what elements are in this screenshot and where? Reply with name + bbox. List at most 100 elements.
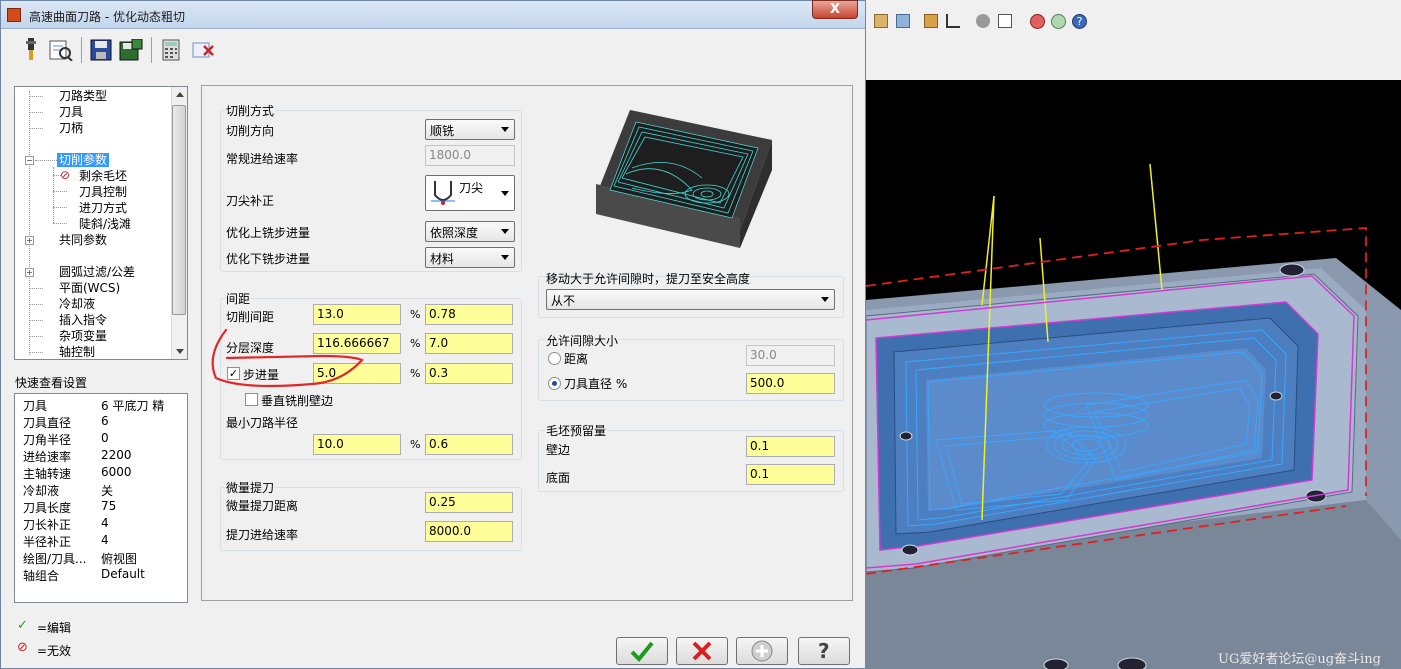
lift-feed-label: 提刀进给速率 [226,528,299,542]
tree-item-coolant[interactable]: 冷却液 [59,297,95,311]
distance-radio[interactable] [548,352,561,365]
calculator-icon[interactable] [157,36,185,64]
qv-value: 4 [101,533,109,547]
expand-icon[interactable]: + [25,268,34,277]
feed-rate-field: 1800.0 [425,145,515,166]
tool-tip-icon [431,181,455,205]
stop-icon[interactable] [1030,14,1045,29]
opt-down-value: 材料 [430,252,455,266]
stock-label: 毛坯预留量 [545,422,608,439]
check-icon [630,641,654,662]
cube-icon[interactable] [896,14,910,28]
tree-item-canned-text[interactable]: 插入指令 [59,313,107,327]
cad-viewport[interactable] [866,80,1401,669]
wall-field[interactable]: 0.1 [746,436,835,457]
dialog-title: 高速曲面刀路 - 优化动态粗切 [29,10,185,24]
tree-item-holder[interactable]: 刀柄 [59,121,83,135]
tree-item-steep-shallow[interactable]: 陡斜/浅滩 [79,217,131,231]
save-icon[interactable] [87,36,115,64]
tree-item-common[interactable]: 共同参数 [59,233,107,247]
floor-field[interactable]: 0.1 [746,464,835,485]
scroll-up-icon[interactable] [176,92,184,97]
tree-item-toolpath-type[interactable]: 刀路类型 [59,89,107,103]
delete-icon[interactable] [189,36,217,64]
help-button[interactable]: ? [798,637,850,665]
watermark-text: UG爱好者论坛@ug奋斗ing [1218,652,1381,667]
tip-comp-value: 刀尖 [459,181,484,195]
lift-distance-field[interactable]: 0.25 [425,492,513,513]
tree-item-arc-filter[interactable]: 圆弧过滤/公差 [59,265,135,279]
opt-up-value: 依照深度 [430,226,479,240]
tree-item-rest-stock[interactable]: 剩余毛坯 [79,169,127,183]
tree-item-misc-values[interactable]: 杂项变量 [59,329,107,343]
qv-value: 6000 [101,465,132,479]
chevron-down-icon [501,255,509,260]
save-as-icon[interactable] [117,36,145,64]
tree-item-entry[interactable]: 进刀方式 [79,201,127,215]
ok-button[interactable] [616,637,668,665]
help-icon[interactable]: ? [1072,14,1087,29]
min-radius-field[interactable]: 10.0 [313,434,401,455]
tree-item-tool-control[interactable]: 刀具控制 [79,185,127,199]
opt-up-select[interactable]: 依照深度 [425,221,515,242]
close-button[interactable]: X [812,0,858,19]
dialog-toolbar [9,33,229,69]
legend-invalid: =无效 [37,644,72,658]
plus-icon [751,640,773,662]
tree-item-tool[interactable]: 刀具 [59,105,83,119]
tool-dia-label: 刀具直径 % [564,377,628,391]
opt-up-label: 优化上铣步进量 [226,226,311,240]
retract-select[interactable]: 从不 [546,289,835,310]
lift-distance-label: 微量提刀距离 [226,499,299,513]
lift-feed-field[interactable]: 8000.0 [425,521,513,542]
tool-dia-radio[interactable] [548,377,561,390]
expand-icon[interactable]: + [25,236,34,245]
cancel-button[interactable] [676,637,728,665]
step-pct-field[interactable]: 0.3 [425,363,513,384]
apply-button[interactable] [736,637,788,665]
gear-icon[interactable] [976,14,990,28]
cube-icon[interactable] [924,14,938,28]
tool-icon[interactable] [17,36,45,64]
svg-text:?: ? [818,639,830,663]
parameter-tree: 刀路类型 刀具 刀柄 − 切削参数 ⊘ 剩余毛坯 刀具控制 进刀方式 陡斜/浅滩… [14,86,188,360]
wall-label: 壁边 [546,443,571,457]
tip-comp-select[interactable]: 刀尖 [425,175,515,211]
retract-value: 从不 [551,294,576,308]
select-icon[interactable] [998,14,1012,28]
qv-value: Default [101,567,145,581]
qv-key: 主轴转速 [23,467,72,481]
cut-parameters-panel: 切削方式 切削方向 顺铣 常规进给速率 1800.0 刀尖补正 刀尖 优化上铣步… [201,85,853,601]
retract-label: 移动大于允许间隙时，提刀至安全高度 [546,272,751,286]
percent-symbol: % [410,438,421,451]
tree-item-plane[interactable]: 平面(WCS) [59,281,120,295]
cut-direction-value: 顺铣 [430,124,455,138]
scroll-thumb[interactable] [172,105,186,315]
toolpath-dialog: 高速曲面刀路 - 优化动态粗切 刀路类型 刀具 刀柄 − 切削参数 ⊘ 剩余毛坯… [0,0,866,669]
scroll-down-icon[interactable] [176,349,184,354]
distance-label: 距离 [564,352,589,366]
quick-view-panel: 刀具 6 平底刀 精 刀具直径 6 刀角半径 0 进给速率 2200 主轴转速 6000 … [14,393,188,603]
title-bar: 高速曲面刀路 - 优化动态粗切 [1,1,865,29]
preview-icon[interactable] [47,36,75,64]
min-radius-pct-field[interactable]: 0.6 [425,434,513,455]
stepover-pct-field[interactable]: 0.78 [425,304,513,325]
tree-item-axis-control[interactable]: 轴控制 [59,345,95,359]
tip-comp-label: 刀尖补正 [226,194,275,208]
cad-toolbar: ? [866,0,1401,80]
ok-icon[interactable] [1051,14,1066,29]
qv-value: 0 [101,431,109,445]
depth-pct-field[interactable]: 7.0 [425,333,513,354]
qv-key: 半径补正 [23,535,72,549]
collapse-icon[interactable]: − [25,156,34,165]
spacing-label: 间距 [225,290,252,307]
opt-down-select[interactable]: 材料 [425,247,515,268]
cut-direction-select[interactable]: 顺铣 [425,119,515,140]
tree-item-cut-params[interactable]: 切削参数 [57,153,110,167]
chevron-down-icon [501,191,509,196]
qv-key: 冷却液 [23,484,60,498]
pointer-icon[interactable] [946,14,960,28]
cube-icon[interactable] [874,14,888,28]
tool-dia-field[interactable]: 500.0 [746,373,835,394]
red-annotation-mark [211,328,364,388]
